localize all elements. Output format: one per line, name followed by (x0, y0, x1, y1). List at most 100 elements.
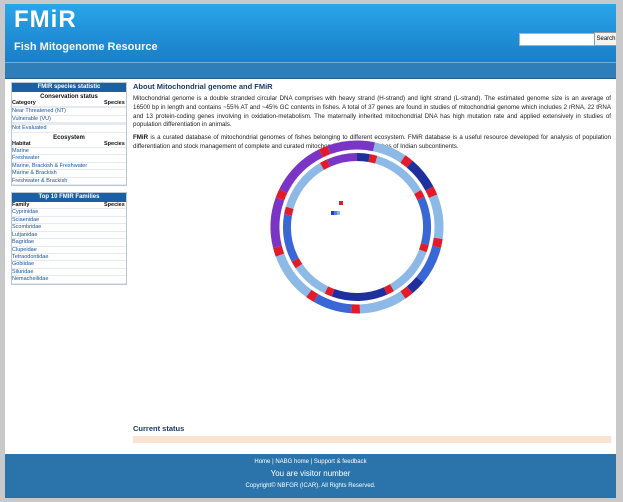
search-input[interactable] (519, 33, 597, 46)
table-row: Freshwater (12, 155, 126, 163)
outer-ring-segment (400, 286, 413, 299)
row-count-link[interactable] (104, 155, 126, 161)
outer-ring-segment (406, 276, 424, 294)
row-name: Marine & Brackish (12, 170, 57, 177)
outer-ring-segment (356, 140, 375, 152)
inner-ring-segment (414, 189, 425, 201)
family-count-link[interactable] (104, 239, 126, 245)
row-name: Not Evaluated (12, 125, 47, 132)
mitogenome-circular-map (270, 140, 444, 314)
inner-ring-segment (383, 284, 395, 295)
inner-ring-segment (356, 152, 370, 163)
family-name: Nemacheilidae (12, 276, 49, 283)
family-name: Sciaenidae (12, 216, 40, 223)
outer-ring-segment (319, 145, 331, 158)
footer-link-nabg[interactable]: NABG home (275, 459, 309, 465)
outer-ring-segment (306, 289, 319, 302)
inner-ring-segment (319, 159, 331, 170)
family-name: Siluridae (12, 268, 34, 275)
row-count-link[interactable] (104, 116, 126, 122)
col-category: Category (12, 100, 36, 106)
about-title: About Mitochondrial genome and FMiR (133, 82, 273, 91)
table-row: Clupeidae (12, 247, 126, 254)
family-count-link[interactable] (104, 261, 126, 267)
visitor-line: You are visitor number (5, 469, 616, 478)
table-row: Tetraodontidae (12, 254, 126, 262)
family-name: Lutjanidae (12, 231, 38, 238)
outer-ring-segment (275, 189, 288, 201)
row-count-link[interactable] (104, 108, 126, 114)
family-count-link[interactable] (104, 209, 126, 215)
table-row: Freshwater & Brackish (12, 177, 126, 186)
row-count-link[interactable] (104, 148, 126, 154)
row-name: Vulnerable (VU) (12, 115, 51, 122)
col-species: Species (104, 202, 125, 209)
legend-swatch-trna (339, 201, 343, 205)
row-count-link[interactable] (104, 170, 126, 176)
family-count-link[interactable] (104, 269, 126, 275)
table-row: Lutjanidae (12, 231, 126, 240)
family-name: Cyprinidae (12, 209, 39, 216)
search-button[interactable]: Search (594, 32, 616, 46)
table-row: Cyprinidae (12, 209, 126, 217)
outer-ring-segment (270, 197, 285, 248)
inner-ring-segment (324, 286, 335, 297)
site-footer: Home | NABG home | Support & feedback Yo… (5, 454, 616, 498)
family-count-link[interactable] (104, 224, 126, 230)
row-name: Marine (12, 148, 29, 155)
col-habitat: Habitat (12, 140, 31, 147)
site-logo[interactable]: FMiR (14, 6, 77, 34)
row-count-link[interactable] (104, 125, 126, 131)
inner-ring-segment (331, 287, 388, 301)
table-header: Family Species (12, 202, 126, 210)
table-row: Nemacheilidae (12, 276, 126, 284)
footer-links: Home | NABG home | Support & feedback (254, 459, 367, 465)
inner-ring-segment (291, 257, 303, 269)
family-count-link[interactable] (104, 247, 126, 253)
family-count-link[interactable] (104, 232, 126, 238)
page-frame: FMiR Fish Mitogenome Resource Search FMI… (5, 4, 616, 498)
outer-ring-segment (327, 140, 358, 155)
site-header: FMiR Fish Mitogenome Resource Search (5, 4, 616, 62)
outer-ring-segment (400, 155, 413, 168)
visitor-label: You are visitor number (270, 469, 351, 478)
family-name: Bagridae (12, 239, 35, 246)
family-count-link[interactable] (104, 217, 126, 223)
inner-ring-segment (283, 214, 299, 262)
family-count-link[interactable] (104, 276, 126, 282)
diagram-legend (331, 201, 343, 215)
table-row: Vulnerable (VU) (12, 115, 126, 124)
legend-swatch-mid (334, 211, 337, 215)
row-count-link[interactable] (104, 178, 126, 184)
table-row: Bagridae (12, 239, 126, 247)
outer-ring-segment (432, 237, 443, 248)
table-row: Marine (12, 148, 126, 156)
row-name: Marine, Brackish & Freshwater (12, 162, 88, 169)
table-header: Habitat Species (12, 140, 126, 149)
legend-swatch-dark (331, 211, 334, 215)
nav-bar (5, 62, 616, 79)
footer-link-support[interactable]: Support & feedback (314, 459, 367, 465)
table-row: Siluridae (12, 268, 126, 277)
fmir-name: FMiR (133, 134, 149, 142)
panel-title: FMIR species statistic (12, 83, 126, 92)
col-family: Family (12, 202, 30, 209)
outer-ring-segment (428, 194, 444, 240)
inner-ring-segment (417, 196, 431, 245)
table-header: Category Species (12, 100, 126, 108)
family-name: Gobiidae (12, 261, 35, 268)
col-species: Species (104, 140, 125, 147)
species-statistic-panel: FMIR species statistic Conservation stat… (11, 82, 127, 187)
genome-rings (270, 140, 444, 314)
row-count-link[interactable] (104, 163, 126, 169)
table-row: Marine & Brackish (12, 170, 126, 178)
panel-title: Top 10 FMIR Families (12, 193, 126, 203)
inner-ring-segment (326, 153, 358, 167)
table-row: Sciaenidae (12, 216, 126, 225)
footer-link-home[interactable]: Home (254, 459, 270, 465)
current-status: Current status (133, 424, 611, 443)
row-name: Freshwater & Brackish (12, 177, 68, 184)
family-count-link[interactable] (104, 254, 126, 260)
inner-ring-segment (368, 154, 378, 164)
left-column: FMIR species statistic Conservation stat… (11, 82, 127, 291)
